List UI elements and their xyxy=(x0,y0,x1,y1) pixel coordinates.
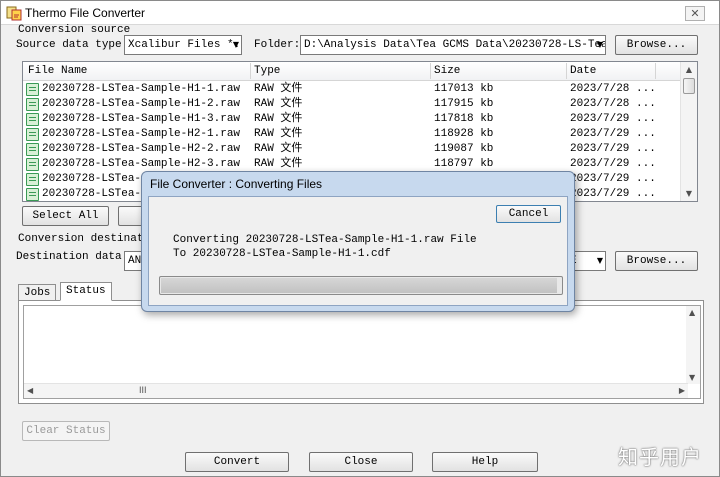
file-date: 2023/7/28 ... xyxy=(570,83,656,95)
column-divider[interactable] xyxy=(250,63,251,79)
file-type: RAW 文件 xyxy=(254,113,303,125)
converting-message: Converting 20230728-LSTea-Sample-H1-1.ra… xyxy=(173,234,477,246)
watermark: 知乎用户 xyxy=(618,445,702,469)
source-type-label: Source data type: xyxy=(16,39,129,51)
file-type: RAW 文件 xyxy=(254,98,303,110)
file-name: 20230728-LSTea-Sample-H1-2.raw xyxy=(42,98,241,110)
conversion-source-label: Conversion source xyxy=(18,24,131,36)
window-close-button[interactable]: ✕ xyxy=(685,6,705,21)
destination-browse-button[interactable]: Browse... xyxy=(615,251,698,271)
scroll-thumb[interactable] xyxy=(683,78,695,94)
raw-file-icon xyxy=(26,158,39,171)
scroll-up-icon[interactable]: ▲ xyxy=(689,308,695,317)
file-row[interactable]: 20230728-LSTea-Sample-H1-2.raw RAW 文件 11… xyxy=(23,97,681,112)
progress-fill xyxy=(161,278,557,293)
file-list-scrollbar[interactable]: ▲ ▼ xyxy=(680,62,697,201)
chevron-down-icon: ▼ xyxy=(232,40,239,49)
file-date: 2023/7/29 ... xyxy=(570,173,656,185)
file-size: 117915 kb xyxy=(434,98,494,110)
file-date: 2023/7/29 ... xyxy=(570,188,656,200)
file-date: 2023/7/29 ... xyxy=(570,158,656,170)
file-date: 2023/7/29 ... xyxy=(570,113,656,125)
file-type: RAW 文件 xyxy=(254,128,303,140)
scroll-grip-icon[interactable]: III xyxy=(139,385,147,395)
window-title: Thermo File Converter xyxy=(25,6,146,20)
source-folder-select[interactable]: D:\Analysis Data\Tea GCMS Data\20230728-… xyxy=(300,35,606,55)
file-row[interactable]: 20230728-LSTea-Sample-H2-1.raw RAW 文件 11… xyxy=(23,127,681,142)
file-name: 20230728-LSTea-Sample-H2-2.raw xyxy=(42,143,241,155)
column-divider[interactable] xyxy=(566,63,567,79)
file-list-header: File Name Type Size Date xyxy=(23,62,681,81)
folder-label: Folder: xyxy=(254,39,301,51)
source-type-value: Xcalibur Files *.r xyxy=(128,39,242,51)
file-name: 20230728-LSTea-Sample-H1-3.raw xyxy=(42,113,241,125)
scroll-right-icon[interactable]: ▶ xyxy=(679,386,685,395)
status-log[interactable]: ▲ ▼ ◀ III ▶ xyxy=(23,305,701,399)
scroll-up-icon[interactable]: ▲ xyxy=(681,62,697,77)
select-all-button[interactable]: Select All xyxy=(22,206,109,226)
dialog-title[interactable]: File Converter : Converting Files xyxy=(150,177,322,191)
source-browse-button[interactable]: Browse... xyxy=(615,35,698,55)
raw-file-icon xyxy=(26,173,39,186)
file-name: 20230728-LSTea-Sample-H2-3.raw xyxy=(42,158,241,170)
source-type-select[interactable]: Xcalibur Files *.r ▼ xyxy=(124,35,242,55)
title-bar[interactable]: Thermo File Converter ✕ xyxy=(1,1,719,25)
source-folder-value: D:\Analysis Data\Tea GCMS Data\20230728-… xyxy=(304,39,605,51)
status-vertical-scrollbar[interactable]: ▲ ▼ xyxy=(686,306,700,384)
column-header-file-name[interactable]: File Name xyxy=(28,65,87,77)
file-row[interactable]: 20230728-LSTea-Sample-H1-3.raw RAW 文件 11… xyxy=(23,112,681,127)
close-icon: ✕ xyxy=(690,7,700,20)
file-name: 20230728-LSTea-Sample-H1-1.raw xyxy=(42,83,241,95)
file-size: 119087 kb xyxy=(434,143,494,155)
file-date: 2023/7/29 ... xyxy=(570,143,656,155)
conversion-progress-bar xyxy=(159,276,563,295)
file-type: RAW 文件 xyxy=(254,83,303,95)
raw-file-icon xyxy=(26,98,39,111)
convert-button[interactable]: Convert xyxy=(185,452,289,472)
column-divider[interactable] xyxy=(655,63,656,79)
clear-status-button[interactable]: Clear Status xyxy=(22,421,110,441)
scroll-down-icon[interactable]: ▼ xyxy=(689,373,695,382)
column-header-date[interactable]: Date xyxy=(570,65,596,77)
file-size: 117818 kb xyxy=(434,113,494,125)
converting-dialog: File Converter : Converting Files Cancel… xyxy=(141,171,575,312)
tab-status[interactable]: Status xyxy=(60,282,112,301)
chevron-down-icon: ▼ xyxy=(596,256,603,265)
column-divider[interactable] xyxy=(430,63,431,79)
file-date: 2023/7/28 ... xyxy=(570,98,656,110)
converter-app-icon xyxy=(6,6,22,21)
raw-file-icon xyxy=(26,128,39,141)
raw-file-icon xyxy=(26,113,39,126)
scroll-left-icon[interactable]: ◀ xyxy=(27,386,33,395)
file-row[interactable]: 20230728-LSTea-Sample-H2-2.raw RAW 文件 11… xyxy=(23,142,681,157)
column-header-type[interactable]: Type xyxy=(254,65,280,77)
file-name: 20230728-LSTea-Sample-H2-1.raw xyxy=(42,128,241,140)
file-row[interactable]: 20230728-LSTea-Sample-H1-1.raw RAW 文件 11… xyxy=(23,82,681,97)
output-file-message: To 20230728-LSTea-Sample-H1-1.cdf xyxy=(173,248,391,260)
file-size: 118797 kb xyxy=(434,158,494,170)
status-panel: ▲ ▼ ◀ III ▶ xyxy=(18,300,704,404)
file-size: 118928 kb xyxy=(434,128,494,140)
close-button[interactable]: Close xyxy=(309,452,413,472)
file-type: RAW 文件 xyxy=(254,143,303,155)
dialog-body: Cancel Converting 20230728-LSTea-Sample-… xyxy=(148,196,568,306)
raw-file-icon xyxy=(26,143,39,156)
file-date: 2023/7/29 ... xyxy=(570,128,656,140)
file-type: RAW 文件 xyxy=(254,158,303,170)
raw-file-icon xyxy=(26,188,39,201)
status-horizontal-scrollbar[interactable]: ◀ III ▶ xyxy=(24,383,688,398)
cancel-button[interactable]: Cancel xyxy=(496,205,561,223)
raw-file-icon xyxy=(26,83,39,96)
chevron-down-icon: ▼ xyxy=(596,40,603,49)
column-header-size[interactable]: Size xyxy=(434,65,460,77)
scroll-down-icon[interactable]: ▼ xyxy=(681,186,697,201)
file-size: 117013 kb xyxy=(434,83,494,95)
help-button[interactable]: Help xyxy=(432,452,538,472)
file-row[interactable]: 20230728-LSTea-Sample-H2-3.raw RAW 文件 11… xyxy=(23,157,681,172)
